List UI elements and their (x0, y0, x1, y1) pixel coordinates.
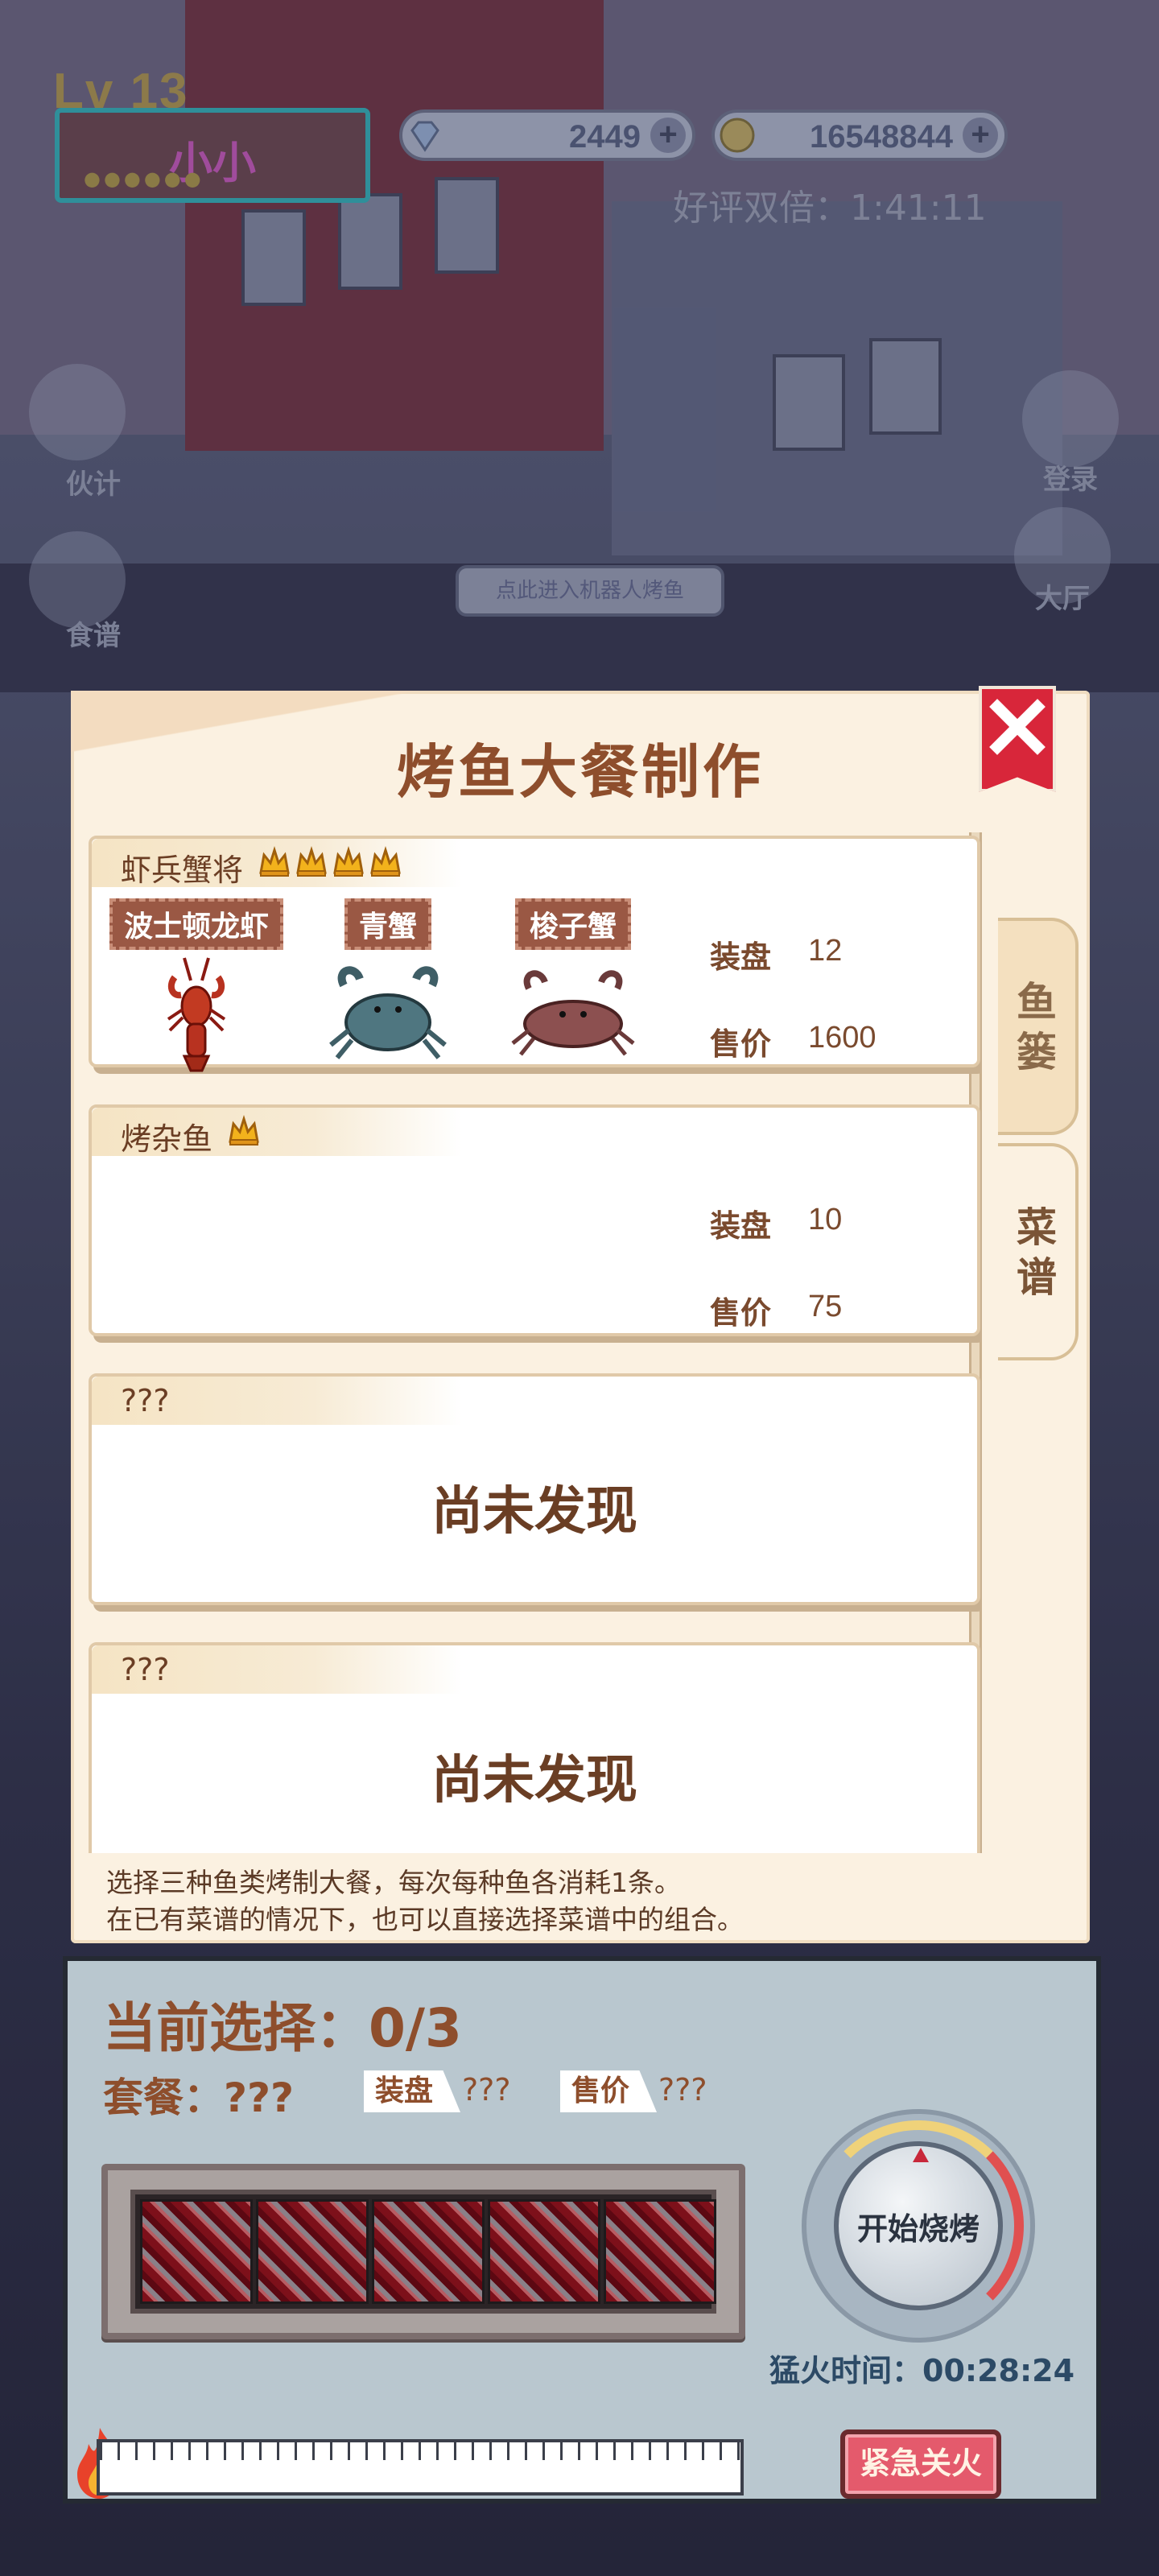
ingredient-name: 青蟹 (344, 898, 431, 950)
plate-label: 装盘 (710, 939, 772, 975)
start-grill-label: 开始烧烤 (856, 2211, 980, 2247)
recipe-name: 烤杂鱼 (121, 1121, 213, 1157)
combo-label: 套餐：??? (103, 2074, 295, 2121)
recipe-card[interactable]: 虾兵蟹将 波士顿龙虾 青蟹 梭子蟹 装盘 12 售价 1600 (89, 836, 980, 1072)
dial-pointer-icon (913, 2148, 929, 2162)
panel-title: 烤鱼大餐制作 (396, 738, 764, 806)
tab-fish-basket-label-bottom: 篓 (1017, 1029, 1057, 1075)
price-chip-value: ??? (658, 2072, 707, 2107)
current-selection: 当前选择：0/3 (103, 1997, 462, 2059)
plate-chip: 装盘 (364, 2070, 461, 2112)
gem-icon (410, 121, 439, 152)
green-crab-icon (329, 966, 447, 1059)
recipe-name: ??? (121, 1383, 170, 1418)
star-icon (227, 1114, 261, 1148)
ingredient-swimming-crab: 梭子蟹 (476, 898, 670, 1074)
undiscovered-text: 尚未发现 (431, 1482, 637, 1542)
lobby-menu-label: 大厅 (1035, 583, 1090, 615)
plate-value: 12 (808, 934, 843, 968)
staff-menu-label: 伙计 (66, 469, 121, 501)
tab-fish-basket[interactable]: 鱼 篓 (998, 918, 1079, 1135)
ruler-ticks (100, 2442, 740, 2460)
double-bonus-timer: 好评双倍：1:41:11 (673, 188, 987, 229)
undiscovered-text: 尚未发现 (431, 1751, 637, 1810)
recipe-name: ??? (121, 1652, 170, 1687)
recipe-stars (258, 845, 402, 879)
grill-panel: 当前选择：0/3 套餐：??? 装盘 ??? 售价 ??? 开始烧烤 猛火时间：… (63, 1956, 1101, 2504)
robot-hint-bubble[interactable]: 点此进入机器人烤鱼 (456, 565, 724, 617)
recipe-list[interactable]: 虾兵蟹将 波士顿龙虾 青蟹 梭子蟹 装盘 12 售价 1600 烤杂鱼 装盘 1… (89, 832, 982, 1853)
recipe-card-locked[interactable]: ??? 尚未发现 (89, 1373, 980, 1605)
grill-slot[interactable] (372, 2199, 485, 2304)
ingredient-green-crab: 青蟹 (291, 898, 485, 1074)
grill-slot[interactable] (140, 2199, 253, 2304)
plate-value: 10 (808, 1203, 843, 1236)
star-icon (295, 845, 328, 879)
plate-label: 装盘 (710, 1208, 772, 1244)
recipe-card[interactable]: 烤杂鱼 装盘 10 售价 75 (89, 1104, 980, 1336)
grill-slot[interactable] (256, 2199, 369, 2304)
recipe-name: 虾兵蟹将 (121, 852, 244, 888)
ingredient-name: 梭子蟹 (514, 898, 631, 950)
ingredient-name: 波士顿龙虾 (109, 898, 283, 950)
rating-dots: ●●●●●● (84, 167, 204, 190)
tab-recipes-label-bottom: 谱 (1017, 1254, 1057, 1301)
heat-progress-ruler (97, 2439, 744, 2496)
price-label: 售价 (710, 1026, 772, 1062)
price-value: 1600 (808, 1021, 876, 1055)
recipe-card-locked[interactable]: ??? 尚未发现 (89, 1642, 980, 1853)
grill-slot[interactable] (488, 2199, 600, 2304)
swimming-crab-icon (511, 970, 635, 1056)
price-chip: 售价 (560, 2070, 658, 2112)
grill-slot[interactable] (604, 2199, 716, 2304)
tab-recipes[interactable]: 菜 谱 (998, 1143, 1079, 1360)
coin-icon (720, 118, 755, 153)
tab-fish-basket-label-top: 鱼 (1017, 979, 1057, 1026)
star-icon (369, 845, 402, 879)
emergency-off-button[interactable]: 紧急关火 (840, 2429, 1001, 2499)
plate-chip-value: ??? (462, 2072, 511, 2107)
price-value: 75 (808, 1290, 843, 1323)
gem-counter: 2449 + (399, 109, 695, 161)
dial-knob: 开始烧烤 (834, 2141, 1003, 2310)
help-line: 在已有菜谱的情况下，也可以直接选择菜谱中的组合。 (106, 1904, 744, 1935)
coin-counter: 16548844 + (711, 109, 1008, 161)
lobster-icon (167, 957, 226, 1072)
fire-timer: 猛火时间：00:28:24 (769, 2353, 1075, 2388)
gem-count: 2449 (569, 119, 641, 155)
add-coins-button[interactable]: + (963, 118, 998, 153)
help-line: 选择三种鱼类烤制大餐，每次每种鱼各消耗1条。 (106, 1867, 681, 1898)
star-icon (258, 845, 291, 879)
ingredient-lobster: 波士顿龙虾 (100, 898, 293, 1074)
add-gems-button[interactable]: + (650, 118, 686, 153)
calendar-icon[interactable] (1022, 370, 1119, 467)
star-icon (332, 845, 365, 879)
login-menu-label: 登录 (1043, 464, 1098, 496)
coin-count: 16548844 (810, 119, 953, 155)
player-name-plate[interactable]: 小小 ●●●●●● (55, 108, 370, 203)
price-label: 售价 (710, 1295, 772, 1331)
start-grill-dial[interactable]: 开始烧烤 (802, 2109, 1035, 2343)
chef-hat-icon[interactable] (29, 364, 126, 460)
recipe-help-text: 选择三种鱼类烤制大餐，每次每种鱼各消耗1条。 在已有菜谱的情况下，也可以直接选择… (106, 1864, 744, 1938)
close-icon (989, 699, 1046, 755)
close-button[interactable] (979, 686, 1056, 792)
grill-rack[interactable] (101, 2164, 745, 2339)
grill-grate (130, 2190, 716, 2314)
tab-recipes-label-top: 菜 (1017, 1204, 1057, 1251)
recipe-menu-label: 食谱 (66, 620, 121, 652)
recipe-stars (227, 1114, 261, 1148)
